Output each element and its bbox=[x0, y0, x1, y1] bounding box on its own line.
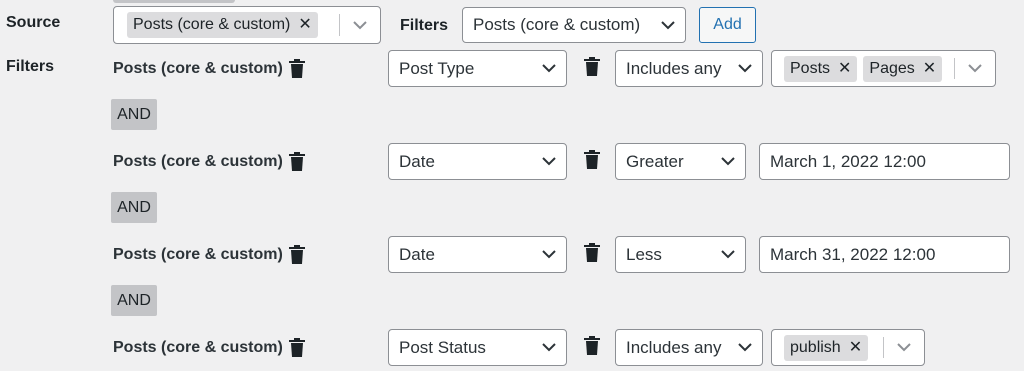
source-chip-label: Posts (core & custom) bbox=[133, 16, 291, 33]
chevron-down-icon[interactable] bbox=[884, 343, 924, 352]
chevron-down-icon bbox=[661, 20, 675, 30]
chevron-down-icon[interactable] bbox=[955, 64, 995, 73]
top-filter-select[interactable]: Posts (core & custom) bbox=[462, 7, 686, 43]
top-edge-stub bbox=[113, 0, 235, 3]
filter-values-select-4[interactable]: publish ✕ bbox=[771, 329, 925, 366]
and-connector-1: AND bbox=[111, 99, 157, 130]
filter-name-label: Posts (core & custom) bbox=[113, 152, 283, 170]
filter-operator-value: Greater bbox=[626, 151, 684, 171]
top-filters-label: Filters bbox=[400, 17, 449, 34]
filter-operator-value: Less bbox=[626, 244, 662, 264]
filter-name-label: Posts (core & custom) bbox=[113, 245, 283, 263]
trash-icon[interactable] bbox=[584, 57, 600, 76]
filter-name-label: Posts (core & custom) bbox=[113, 59, 283, 77]
filter-name-label: Posts (core & custom) bbox=[113, 338, 283, 356]
filter-operator-select-3[interactable]: Less bbox=[615, 236, 746, 273]
and-connector-3: AND bbox=[111, 285, 157, 316]
filter-operator-select-4[interactable]: Includes any bbox=[615, 329, 763, 366]
filter-field-select-4[interactable]: Post Status bbox=[388, 329, 567, 366]
filter-value-input-2[interactable]: March 1, 2022 12:00 bbox=[759, 143, 1010, 180]
filter-value-input-3[interactable]: March 31, 2022 12:00 bbox=[759, 236, 1010, 273]
filter-name-1: Posts (core & custom) bbox=[113, 59, 305, 78]
filter-operator-select-2[interactable]: Greater bbox=[615, 143, 746, 180]
value-chip-label: publish bbox=[790, 338, 841, 356]
chevron-down-icon bbox=[542, 343, 556, 352]
source-select[interactable]: Posts (core & custom) ✕ bbox=[113, 6, 381, 44]
value-chip-label: Pages bbox=[869, 59, 915, 77]
filter-operator-select-1[interactable]: Includes any bbox=[615, 50, 763, 87]
trash-icon[interactable] bbox=[584, 243, 600, 262]
trash-icon[interactable] bbox=[288, 59, 305, 78]
filter-operator-value: Includes any bbox=[626, 337, 722, 357]
chevron-down-icon bbox=[738, 64, 752, 73]
top-filter-select-value: Posts (core & custom) bbox=[473, 15, 641, 34]
trash-icon[interactable] bbox=[584, 336, 600, 355]
filter-operator-value: Includes any bbox=[626, 58, 722, 78]
trash-icon[interactable] bbox=[288, 152, 305, 171]
add-filter-button[interactable]: Add bbox=[699, 7, 756, 43]
close-icon[interactable]: ✕ bbox=[849, 339, 862, 356]
trash-icon[interactable] bbox=[288, 245, 305, 264]
chevron-down-icon bbox=[542, 157, 556, 166]
trash-icon[interactable] bbox=[288, 338, 305, 357]
chevron-down-icon bbox=[738, 343, 752, 352]
chevron-down-icon bbox=[542, 64, 556, 73]
value-chip: publish ✕ bbox=[784, 334, 869, 361]
filter-field-value: Post Type bbox=[399, 58, 475, 78]
filter-field-select-3[interactable]: Date bbox=[388, 236, 567, 273]
filters-label: Filters bbox=[6, 58, 55, 75]
close-icon[interactable]: ✕ bbox=[838, 60, 851, 77]
filter-values-select-1[interactable]: Posts ✕ Pages ✕ bbox=[771, 50, 996, 87]
filter-field-value: Date bbox=[399, 244, 435, 264]
filter-name-4: Posts (core & custom) bbox=[113, 338, 305, 357]
chevron-down-icon bbox=[542, 250, 556, 259]
chevron-down-icon bbox=[721, 250, 735, 259]
filter-field-select-1[interactable]: Post Type bbox=[388, 50, 567, 87]
filter-name-2: Posts (core & custom) bbox=[113, 152, 305, 171]
chevron-down-icon bbox=[721, 157, 735, 166]
filter-field-value: Post Status bbox=[399, 337, 486, 357]
trash-icon[interactable] bbox=[584, 150, 600, 169]
and-connector-2: AND bbox=[111, 192, 157, 223]
filter-field-select-2[interactable]: Date bbox=[388, 143, 567, 180]
value-chip-label: Posts bbox=[790, 59, 831, 77]
close-icon[interactable]: ✕ bbox=[298, 17, 311, 33]
value-chip: Pages ✕ bbox=[863, 55, 943, 82]
filter-field-value: Date bbox=[399, 151, 435, 171]
filter-name-3: Posts (core & custom) bbox=[113, 245, 305, 264]
source-chip: Posts (core & custom) ✕ bbox=[127, 12, 318, 38]
chevron-down-icon[interactable] bbox=[340, 20, 380, 30]
source-label: Source bbox=[6, 14, 61, 31]
value-chip: Posts ✕ bbox=[784, 55, 858, 82]
close-icon[interactable]: ✕ bbox=[923, 60, 936, 77]
